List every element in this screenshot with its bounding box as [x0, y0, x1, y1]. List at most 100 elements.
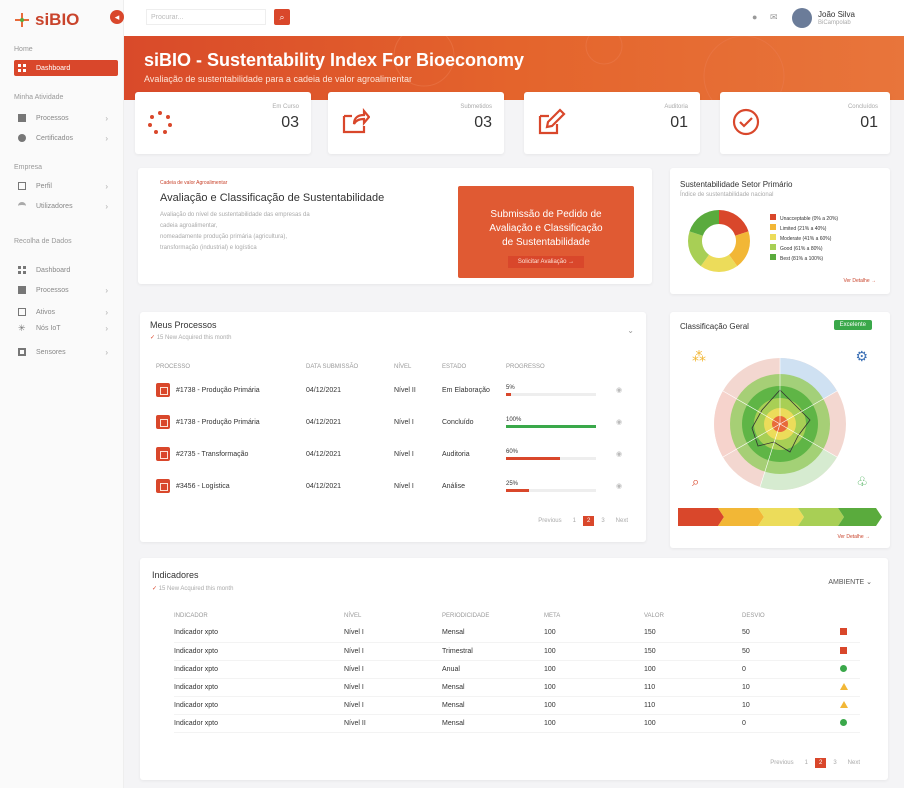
- stat-card-concluidos[interactable]: Concluídos 01: [720, 92, 890, 154]
- table-row[interactable]: #1738 - Produção Primária 04/12/2021 Nív…: [156, 374, 636, 406]
- table-row[interactable]: Indicador xpto Nível I Mensal 100 110 10: [174, 696, 860, 714]
- column-header[interactable]: ESTADO: [442, 360, 506, 374]
- column-header[interactable]: PERIODICIDADE: [442, 608, 544, 624]
- box-icon: [18, 308, 26, 316]
- legend-swatch: [770, 214, 776, 220]
- request-evaluation-button[interactable]: Solicitar Avaliação →: [507, 256, 585, 268]
- table-row[interactable]: Indicador xpto Nível I Mensal 100 110 10: [174, 678, 860, 696]
- column-header[interactable]: META: [544, 608, 644, 624]
- search-icon: ⌕: [279, 11, 285, 22]
- sidebar-item-nos-iot[interactable]: ✳ Nós IoT ›: [14, 320, 118, 336]
- user-name[interactable]: João Silva: [818, 10, 855, 19]
- primary-details-link[interactable]: Ver Detalhe →: [843, 278, 876, 284]
- sidebar-item-processos-2[interactable]: Processos ›: [14, 282, 118, 298]
- pagination-page[interactable]: 1: [569, 516, 580, 526]
- search-input[interactable]: Procurar...: [146, 9, 266, 25]
- pagination-page-current[interactable]: 2: [582, 516, 595, 526]
- classification-details-link[interactable]: Ver Detalhe →: [837, 534, 870, 540]
- processes-card: Meus Processos ✓ 15 New Acquired this mo…: [140, 312, 646, 542]
- column-header[interactable]: PROCESSO: [156, 360, 306, 374]
- pagination-previous[interactable]: Previous: [534, 516, 565, 526]
- column-header[interactable]: DESVIO: [742, 608, 840, 624]
- eye-icon[interactable]: ◉: [616, 470, 636, 502]
- pagination-page[interactable]: 3: [829, 758, 840, 768]
- pagination-page-current[interactable]: 2: [814, 758, 827, 768]
- app-logo[interactable]: siBIO: [14, 10, 79, 30]
- indicators-pagination: Previous 1 2 3 Next: [766, 758, 864, 768]
- value-cell: 150: [644, 629, 656, 637]
- sidebar-item-utilizadores[interactable]: Utilizadores ›: [14, 198, 118, 214]
- date-cell: 04/12/2021: [306, 386, 342, 394]
- pagination-next[interactable]: Next: [844, 758, 864, 768]
- periodicity-cell: Mensal: [442, 701, 465, 709]
- stat-value: 03: [281, 114, 299, 131]
- column-header[interactable]: INDICADOR: [174, 608, 344, 624]
- hero-banner: siBIO - Sustentability Index For Bioecon…: [124, 36, 904, 100]
- sidebar: siBIO ◂ Home Dashboard Minha Atividade P…: [0, 0, 124, 788]
- legend-label: Moderate (41% a 60%): [780, 236, 832, 242]
- category-filter-select[interactable]: AMBIENTE ⌄: [828, 578, 872, 586]
- card-title: Indicadores: [152, 570, 199, 580]
- donut-legend: Unacceptable (0% a 20%) Limited (21% a 4…: [770, 214, 838, 264]
- pagination-previous[interactable]: Previous: [766, 758, 797, 768]
- progress-label: 60%: [506, 448, 519, 455]
- date-cell: 04/12/2021: [306, 482, 342, 490]
- pagination-next[interactable]: Next: [612, 516, 632, 526]
- stat-card-auditoria[interactable]: Auditoria 01: [524, 92, 700, 154]
- card-title: Meus Processos: [150, 320, 217, 330]
- value-cell: 110: [644, 701, 656, 709]
- mail-icon[interactable]: ✉: [770, 12, 778, 23]
- status-square-icon: [840, 628, 847, 636]
- legend-item: Best (81% a 100%): [770, 254, 838, 264]
- network-icon: ✳: [18, 323, 26, 333]
- sidebar-item-sensores[interactable]: Sensores ›: [14, 344, 118, 360]
- table-row[interactable]: #2735 - Transformação 04/12/2021 Nível I…: [156, 438, 636, 470]
- collapse-sidebar-button[interactable]: ◂: [110, 10, 124, 24]
- stat-card-submetidos[interactable]: Submetidos 03: [328, 92, 504, 154]
- column-header[interactable]: DATA SUBMISSÃO: [306, 360, 394, 374]
- status-cell: [840, 624, 860, 642]
- chevron-down-icon[interactable]: ⌄: [627, 326, 634, 335]
- avatar[interactable]: [792, 8, 812, 28]
- target-cell: 100: [544, 665, 556, 673]
- eye-icon[interactable]: ◉: [616, 406, 636, 438]
- eye-icon[interactable]: ◉: [616, 438, 636, 470]
- table-row[interactable]: #3456 - Logística 04/12/2021 Nível I Aná…: [156, 470, 636, 502]
- column-header[interactable]: NÍVEL: [344, 608, 442, 624]
- status-triangle-icon: [840, 682, 848, 690]
- sidebar-item-ativos[interactable]: Ativos ›: [14, 304, 118, 320]
- evaluation-cta[interactable]: Submissão de Pedido de Avaliação e Class…: [458, 186, 634, 278]
- sidebar-item-processos[interactable]: Processos ›: [14, 110, 118, 126]
- table-row[interactable]: Indicador xpto Nível I Anual 100 100 0: [174, 660, 860, 678]
- donut-slice: [689, 210, 719, 236]
- spinner-icon: [148, 111, 172, 134]
- indicator-name-cell: Indicador xpto: [174, 665, 218, 673]
- progress-cell: 5%: [506, 374, 616, 406]
- sidebar-item-dashboard-2[interactable]: Dashboard: [14, 262, 118, 278]
- process-name: #3456 - Logística: [176, 482, 230, 490]
- column-header[interactable]: PROGRESSO: [506, 360, 616, 374]
- radar-chart: [714, 358, 846, 491]
- sidebar-item-dashboard[interactable]: Dashboard: [14, 60, 118, 76]
- sidebar-item-certificados[interactable]: Certificados ›: [14, 130, 118, 146]
- eye-icon[interactable]: ◉: [616, 374, 636, 406]
- column-header[interactable]: NÍVEL: [394, 360, 442, 374]
- card-subtitle: Índice de sustentabilidade nacional: [680, 192, 774, 198]
- search-button[interactable]: ⌕: [274, 9, 290, 25]
- table-row[interactable]: Indicador xpto Nível I Trimestral 100 150 50: [174, 642, 860, 660]
- table-row[interactable]: Indicador xpto Nível I Mensal 100 150 50: [174, 624, 860, 642]
- pagination-page[interactable]: 1: [801, 758, 812, 768]
- bell-icon[interactable]: ●: [752, 12, 757, 22]
- table-row[interactable]: Indicador xpto Nível II Mensal 100 100 0: [174, 714, 860, 732]
- file-icon: [18, 286, 26, 294]
- table-row[interactable]: #1738 - Produção Primária 04/12/2021 Nív…: [156, 406, 636, 438]
- pagination-page[interactable]: 3: [597, 516, 608, 526]
- sidebar-item-perfil[interactable]: Perfil ›: [14, 178, 118, 194]
- app-name: siBIO: [35, 10, 80, 29]
- stat-card-em-curso[interactable]: Em Curso 03: [135, 92, 311, 154]
- intro-description: Avaliação do nível de sustentabilidade d…: [160, 210, 310, 254]
- legend-item: Good (61% a 80%): [770, 244, 838, 254]
- progress-cell: 25%: [506, 470, 616, 502]
- status-cell: [840, 678, 860, 696]
- column-header[interactable]: VALOR: [644, 608, 742, 624]
